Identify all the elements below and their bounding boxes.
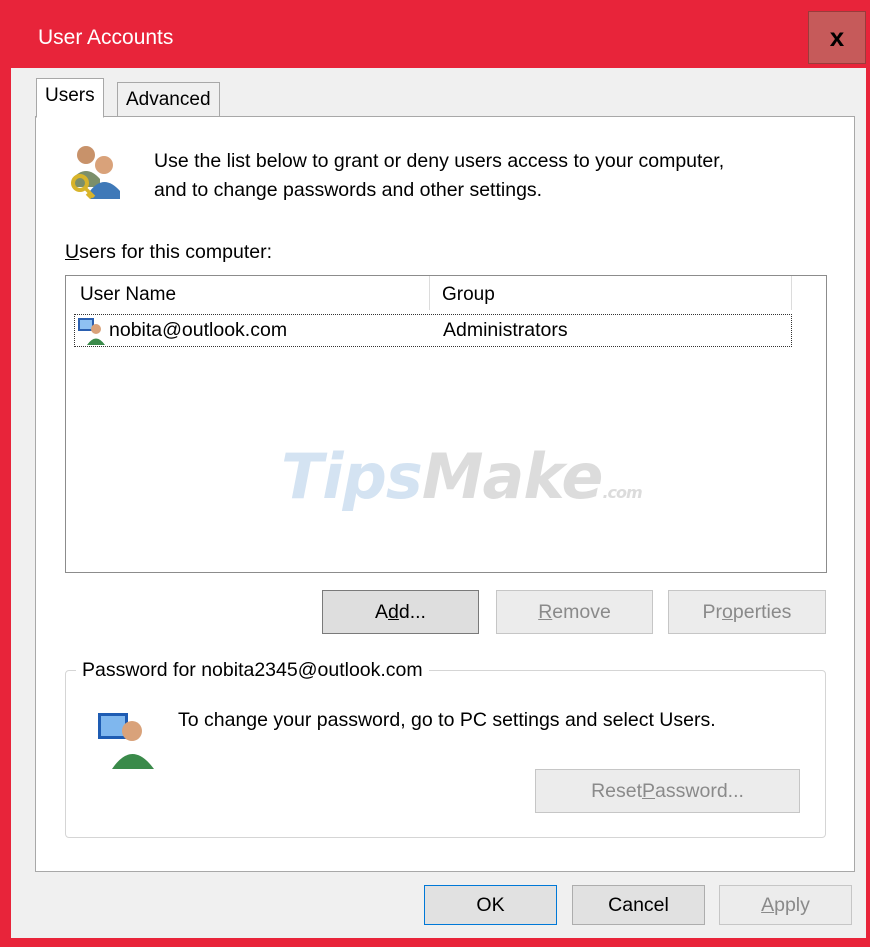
watermark: TipsMake.com <box>281 440 643 513</box>
reset-label-post: assword... <box>655 779 744 802</box>
reset-label-pre: Reset <box>591 779 643 802</box>
user-icon <box>78 318 105 345</box>
close-icon: x <box>829 22 845 52</box>
column-header-group[interactable]: Group <box>430 276 792 310</box>
table-row[interactable]: nobita@outlook.com Administrators <box>74 314 792 347</box>
add-label-mnemonic: d <box>388 600 399 623</box>
watermark-tips: Tips <box>281 440 423 513</box>
intro-line-2: and to change passwords and other settin… <box>154 179 543 201</box>
user-monitor-icon <box>98 713 154 769</box>
column-header-user-name[interactable]: User Name <box>66 276 430 310</box>
user-name-cell: nobita@outlook.com <box>109 319 288 341</box>
properties-label-pre: Pr <box>702 600 723 623</box>
users-keys-icon <box>71 146 120 200</box>
list-header: User Name Group <box>66 276 826 310</box>
properties-button[interactable]: Pr o perties <box>668 590 826 634</box>
reset-label-mnemonic: P <box>642 779 656 802</box>
users-list-label: Users for this computer: <box>65 241 272 264</box>
close-button[interactable]: x <box>808 11 866 64</box>
user-group-cell: Administrators <box>443 319 568 341</box>
intro-description: Use the list below to grant or deny user… <box>154 147 834 205</box>
tab-users[interactable]: Users <box>36 78 104 118</box>
remove-label-post: emove <box>552 600 611 623</box>
add-label-post: d... <box>398 600 426 623</box>
watermark-make: Make <box>421 440 604 513</box>
properties-label-post: perties <box>732 600 792 623</box>
properties-label-mnemonic: o <box>722 600 733 623</box>
title-bar[interactable]: User Accounts x <box>0 0 870 68</box>
add-label-pre: A <box>375 600 389 623</box>
password-instructions: To change your password, go to PC settin… <box>178 709 716 731</box>
cancel-button[interactable]: Cancel <box>572 885 705 925</box>
intro-line-1: Use the list below to grant or deny user… <box>154 150 725 172</box>
apply-button[interactable]: Apply <box>719 885 852 925</box>
password-groupbox-legend: Password for nobita2345@outlook.com <box>76 659 429 682</box>
password-groupbox: Password for nobita2345@outlook.com To c… <box>65 659 826 838</box>
users-list[interactable]: User Name Group nobita@outlook.com Admin… <box>65 275 827 573</box>
ok-button[interactable]: OK <box>424 885 557 925</box>
apply-label-post: pply <box>774 893 810 916</box>
watermark-com: .com <box>602 483 642 502</box>
tab-advanced[interactable]: Advanced <box>117 82 220 116</box>
reset-password-button[interactable]: Reset Password... <box>535 769 800 813</box>
users-label-rest: sers for this computer: <box>79 241 272 263</box>
user-accounts-window: User Accounts x Users Advanced Use the l… <box>0 0 870 947</box>
apply-label-mnemonic: A <box>761 893 775 916</box>
dialog-client-area: Users Advanced Use the list below to gra… <box>11 68 866 938</box>
window-title: User Accounts <box>38 26 174 49</box>
users-tab-panel: Use the list below to grant or deny user… <box>35 116 855 872</box>
remove-button[interactable]: Remove <box>496 590 653 634</box>
add-button[interactable]: Ad d... <box>322 590 479 634</box>
users-label-mnemonic: U <box>65 241 80 263</box>
remove-label-mnemonic: R <box>538 600 553 623</box>
